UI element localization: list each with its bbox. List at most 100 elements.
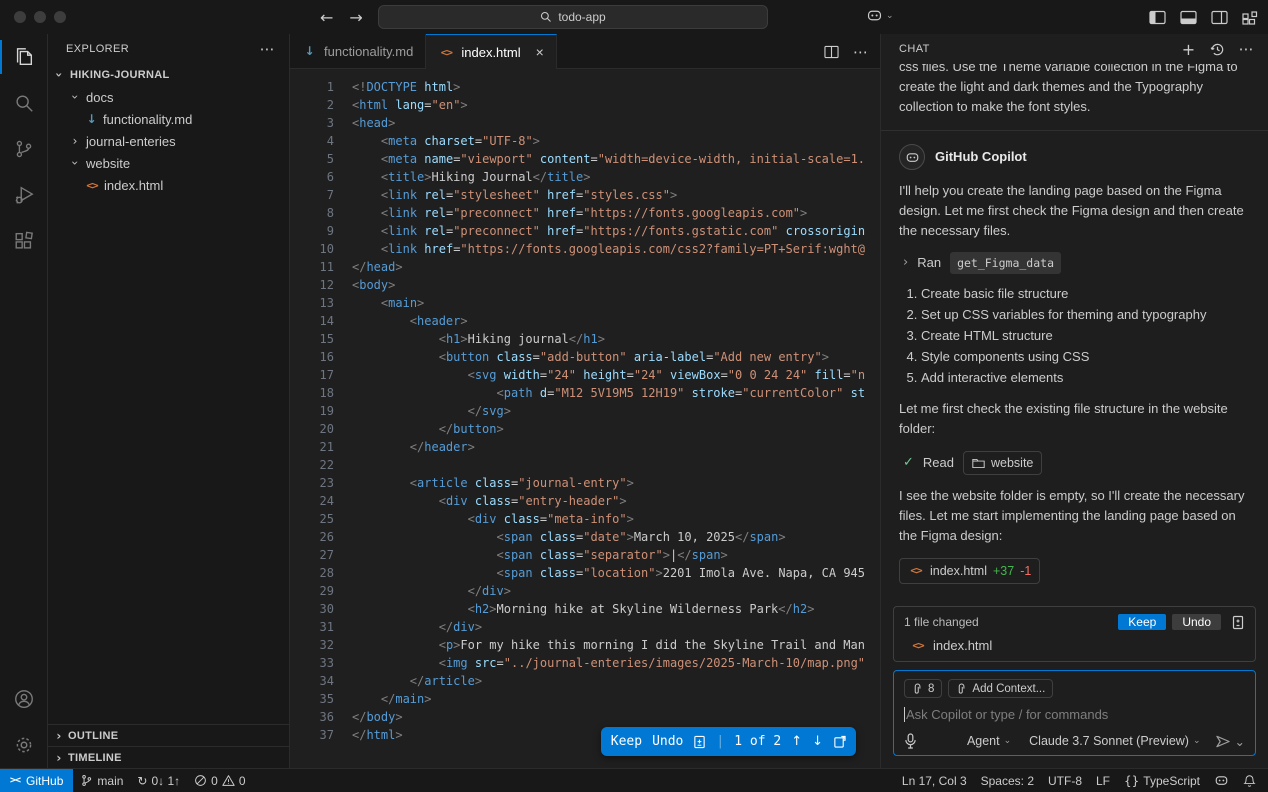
view-diff-icon[interactable]: [1231, 615, 1245, 630]
encoding-indicator[interactable]: UTF-8: [1041, 769, 1089, 792]
code-line[interactable]: 19 </svg>: [290, 404, 880, 422]
code-line[interactable]: 2<html lang="en">: [290, 98, 880, 116]
code-line[interactable]: 4 <meta charset="UTF-8">: [290, 134, 880, 152]
code-line[interactable]: 21 </header>: [290, 440, 880, 458]
sync-indicator[interactable]: ↻ 0↓ 1↑: [130, 769, 187, 792]
tree-item-docs[interactable]: ›docs: [48, 86, 289, 108]
tree-item-functionality-md[interactable]: ↓functionality.md: [48, 108, 289, 130]
tree-item-journal-enteries[interactable]: ›journal-enteries: [48, 130, 289, 152]
add-context-chip[interactable]: Add Context...: [948, 679, 1053, 698]
code-line[interactable]: 1<!DOCTYPE html>: [290, 80, 880, 98]
code-line[interactable]: 27 <span class="separator">|</span>: [290, 548, 880, 566]
chat-prompt-input[interactable]: [904, 707, 1245, 722]
tab-functionality-md[interactable]: ↓ functionality.md: [290, 34, 426, 68]
code-line[interactable]: 31 </div>: [290, 620, 880, 638]
code-line[interactable]: 16 <button class="add-button" aria-label…: [290, 350, 880, 368]
new-chat-button[interactable]: +: [1182, 40, 1196, 59]
code-line[interactable]: 12<body>: [290, 278, 880, 296]
toggle-diff-icon[interactable]: [693, 735, 706, 749]
code-line[interactable]: 35 </main>: [290, 692, 880, 710]
mode-picker[interactable]: Agent ⌄: [967, 734, 1011, 748]
code-line[interactable]: 8 <link rel="preconnect" href="https://f…: [290, 206, 880, 224]
code-line[interactable]: 17 <svg width="24" height="24" viewBox="…: [290, 368, 880, 386]
send-icon[interactable]: [1215, 734, 1231, 749]
settings-activity-icon[interactable]: [0, 722, 47, 768]
chat-history-button[interactable]: [1210, 42, 1225, 57]
explorer-more-actions-button[interactable]: ⋯: [260, 44, 275, 54]
cursor-position[interactable]: Ln 17, Col 3: [895, 769, 974, 792]
undo-all-button[interactable]: Undo: [1172, 614, 1221, 630]
attachments-chip[interactable]: 8: [904, 679, 942, 698]
code-line[interactable]: 10 <link href="https://fonts.googleapis.…: [290, 242, 880, 260]
changed-file-chip[interactable]: <> index.html +37 -1: [899, 558, 1040, 584]
code-line[interactable]: 26 <span class="date">March 10, 2025</sp…: [290, 530, 880, 548]
code-line[interactable]: 30 <h2>Morning hike at Skyline Wildernes…: [290, 602, 880, 620]
code-line[interactable]: 20 </button>: [290, 422, 880, 440]
next-change-button[interactable]: ↓: [812, 734, 823, 749]
toggle-panel-button[interactable]: [1180, 10, 1197, 25]
chat-more-actions-button[interactable]: ⋯: [1239, 44, 1254, 54]
code-line[interactable]: 14 <header>: [290, 314, 880, 332]
microphone-icon[interactable]: [904, 733, 917, 749]
tree-root-folder[interactable]: › HIKING-JOURNAL: [48, 64, 289, 86]
outline-section-header[interactable]: › OUTLINE: [48, 724, 289, 746]
code-line[interactable]: 28 <span class="location">2201 Imola Ave…: [290, 566, 880, 584]
code-line[interactable]: 34 </article>: [290, 674, 880, 692]
code-line[interactable]: 32 <p>For my hike this morning I did the…: [290, 638, 880, 656]
eol-indicator[interactable]: LF: [1089, 769, 1117, 792]
open-changes-icon[interactable]: [833, 735, 846, 749]
changed-file-row[interactable]: <> index.html: [904, 638, 1245, 653]
code-line[interactable]: 13 <main>: [290, 296, 880, 314]
code-line[interactable]: 9 <link rel="preconnect" href="https://f…: [290, 224, 880, 242]
code-line[interactable]: 15 <h1>Hiking journal</h1>: [290, 332, 880, 350]
code-line[interactable]: 7 <link rel="stylesheet" href="styles.cs…: [290, 188, 880, 206]
undo-button[interactable]: Undo: [652, 734, 683, 749]
tool-run-row[interactable]: › Ran get_Figma_data: [899, 252, 1248, 274]
back-button[interactable]: ←: [320, 8, 333, 27]
keep-all-button[interactable]: Keep: [1118, 614, 1166, 630]
code-line[interactable]: 3<head>: [290, 116, 880, 134]
keep-button[interactable]: Keep: [611, 734, 642, 749]
toggle-primary-sidebar-button[interactable]: [1149, 10, 1166, 25]
code-line[interactable]: 25 <div class="meta-info">: [290, 512, 880, 530]
run-debug-activity-icon[interactable]: [0, 172, 47, 218]
code-line[interactable]: 18 <path d="M12 5V19M5 12H19" stroke="cu…: [290, 386, 880, 404]
code-line[interactable]: 33 <img src="../journal-enteries/images/…: [290, 656, 880, 674]
minimize-window-button[interactable]: [34, 11, 46, 23]
previous-change-button[interactable]: ↑: [791, 734, 802, 749]
tree-item-website[interactable]: ›website: [48, 152, 289, 174]
branch-indicator[interactable]: main: [73, 769, 130, 792]
code-editor[interactable]: 1<!DOCTYPE html>2<html lang="en">3<head>…: [290, 69, 880, 768]
code-line[interactable]: 6 <title>Hiking Journal</title>: [290, 170, 880, 188]
chat-input-box[interactable]: 8 Add Context... Agent ⌄: [893, 670, 1256, 756]
split-editor-button[interactable]: [824, 45, 839, 59]
problems-indicator[interactable]: 0 0: [187, 769, 252, 792]
code-line[interactable]: 29 </div>: [290, 584, 880, 602]
timeline-section-header[interactable]: › TIMELINE: [48, 746, 289, 768]
code-line[interactable]: 24 <div class="entry-header">: [290, 494, 880, 512]
explorer-activity-icon[interactable]: [0, 34, 47, 80]
read-target-chip[interactable]: website: [963, 451, 1042, 475]
notifications-bell[interactable]: [1236, 769, 1268, 792]
remote-indicator[interactable]: >< GitHub: [0, 769, 73, 792]
zoom-window-button[interactable]: [54, 11, 66, 23]
close-window-button[interactable]: [14, 11, 26, 23]
accounts-activity-icon[interactable]: [0, 676, 47, 722]
read-tool-row[interactable]: ✓ Read website: [899, 451, 1248, 475]
command-center-search[interactable]: todo-app: [378, 5, 768, 29]
search-activity-icon[interactable]: [0, 80, 47, 126]
toggle-secondary-sidebar-button[interactable]: [1211, 10, 1228, 25]
code-line[interactable]: 5 <meta name="viewport" content="width=d…: [290, 152, 880, 170]
close-tab-icon[interactable]: ×: [536, 44, 544, 60]
copilot-menu[interactable]: ⌄: [866, 7, 894, 24]
customize-layout-button[interactable]: [1242, 10, 1258, 25]
language-mode-indicator[interactable]: {} TypeScript: [1117, 769, 1207, 792]
model-picker[interactable]: Claude 3.7 Sonnet (Preview) ⌄: [1029, 734, 1200, 748]
code-line[interactable]: 11</head>: [290, 260, 880, 278]
copilot-status[interactable]: [1207, 769, 1236, 792]
code-line[interactable]: 36</body>: [290, 710, 880, 728]
editor-more-actions-button[interactable]: ⋯: [853, 47, 868, 57]
code-line[interactable]: 22: [290, 458, 880, 476]
forward-button[interactable]: →: [349, 8, 362, 27]
tab-index-html[interactable]: <> index.html ×: [426, 34, 556, 69]
